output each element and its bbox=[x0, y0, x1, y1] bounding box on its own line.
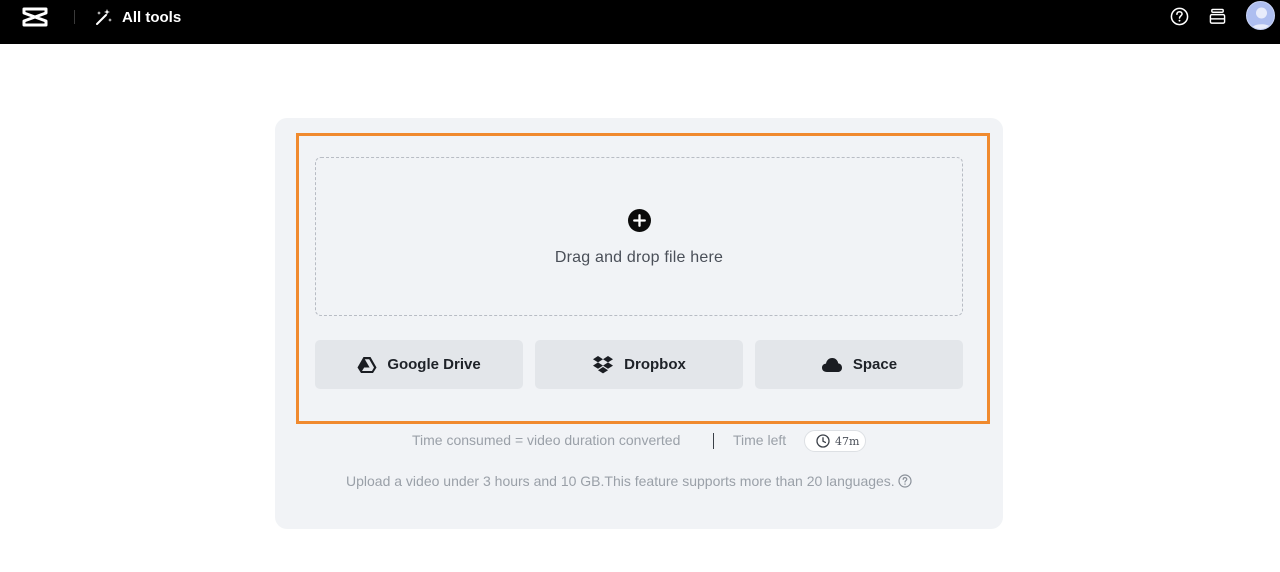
time-left-label: Time left bbox=[733, 432, 787, 448]
dropbox-button[interactable]: Dropbox bbox=[535, 340, 743, 389]
help-icon[interactable] bbox=[1170, 7, 1189, 26]
all-tools-button[interactable]: All tools bbox=[95, 5, 181, 29]
time-left-value: 47m bbox=[835, 434, 860, 448]
top-navigation-bar: All tools bbox=[0, 0, 1280, 44]
avatar-icon bbox=[1250, 7, 1273, 29]
upload-limits-note: Upload a video under 3 hours and 10 GB.T… bbox=[346, 473, 912, 489]
cloud-icon bbox=[821, 357, 842, 372]
layers-icon[interactable] bbox=[1209, 8, 1226, 25]
capcut-logo-icon[interactable] bbox=[22, 7, 48, 27]
space-label: Space bbox=[852, 356, 898, 373]
google-drive-button[interactable]: Google Drive bbox=[315, 340, 523, 389]
all-tools-label: All tools bbox=[122, 8, 182, 26]
google-drive-icon bbox=[357, 356, 377, 373]
dropbox-label: Dropbox bbox=[624, 356, 686, 373]
avatar[interactable] bbox=[1246, 1, 1275, 30]
drop-zone-text: Drag and drop file here bbox=[554, 249, 724, 266]
clock-icon bbox=[816, 434, 830, 448]
upload-limits-text: Upload a video under 3 hours and 10 GB.T… bbox=[346, 473, 895, 489]
time-left-badge: 47m bbox=[804, 430, 866, 452]
usage-info-row: Time consumed = video duration converted… bbox=[0, 430, 1280, 452]
plus-circle-icon bbox=[628, 209, 651, 232]
info-separator bbox=[713, 433, 714, 449]
header-divider bbox=[74, 10, 75, 24]
google-drive-label: Google Drive bbox=[387, 356, 481, 373]
dropbox-icon bbox=[593, 355, 614, 373]
space-button[interactable]: Space bbox=[755, 340, 963, 389]
file-drop-zone[interactable]: Drag and drop file here bbox=[315, 157, 963, 316]
help-icon[interactable] bbox=[898, 474, 912, 488]
magic-wand-icon bbox=[96, 9, 112, 25]
time-consumed-text: Time consumed = video duration converted bbox=[412, 432, 681, 448]
